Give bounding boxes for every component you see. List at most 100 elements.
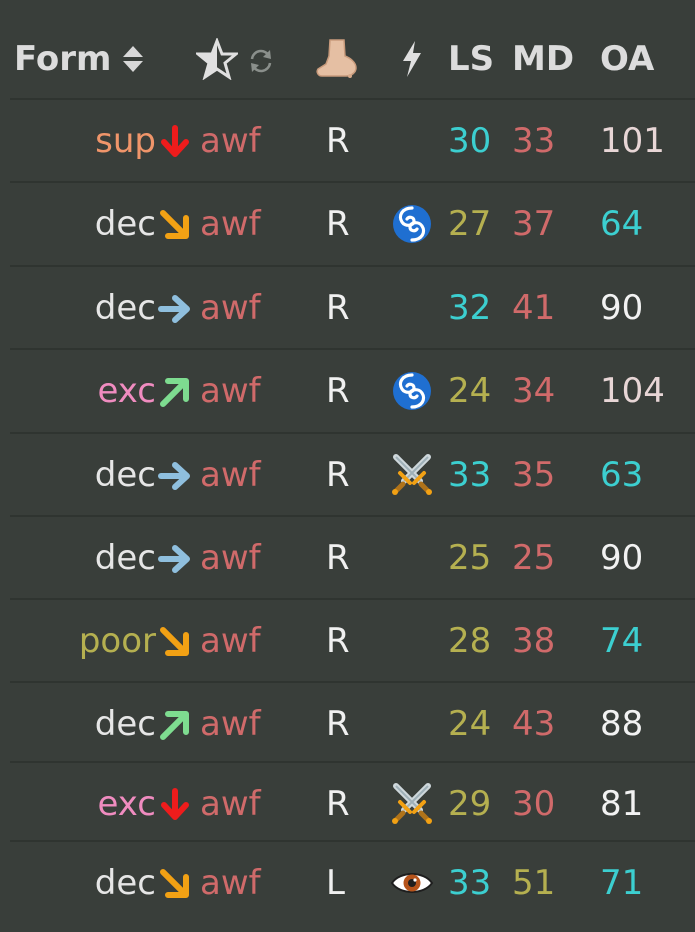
md-cell: 34	[512, 371, 556, 411]
form-cell: exc	[10, 350, 190, 432]
rating-cell: awf	[200, 204, 261, 244]
oa-column-header[interactable]: OA	[600, 18, 695, 100]
ls-cell: 27	[448, 204, 492, 244]
rating-cell: awf	[200, 704, 261, 744]
form-label: dec	[94, 538, 156, 578]
special-cell-empty	[384, 683, 440, 765]
ls-cell: 32	[448, 288, 492, 328]
foot-cell: R	[326, 204, 350, 244]
form-label: exc	[97, 784, 156, 824]
md-cell: 41	[512, 288, 556, 328]
table-row[interactable]: poor awf R 28 38 74	[0, 598, 695, 682]
ls-cell: 30	[448, 121, 492, 161]
rating-cell: awf	[200, 863, 261, 903]
oa-cell: 74	[600, 621, 644, 661]
foot-cell: R	[326, 288, 350, 328]
foot-column-header[interactable]	[314, 18, 374, 100]
form-cell: dec	[10, 434, 190, 516]
ls-cell: 25	[448, 538, 492, 578]
crossed-swords-icon	[384, 763, 440, 845]
crossed-swords-icon	[384, 434, 440, 516]
oa-cell: 88	[600, 704, 644, 744]
md-cell: 30	[512, 784, 556, 824]
bolt-icon	[403, 41, 421, 77]
ls-cell: 33	[448, 455, 492, 495]
foot-cell: R	[326, 538, 350, 578]
form-cell: dec	[10, 517, 190, 599]
form-cell: exc	[10, 763, 190, 845]
table-row[interactable]: sup awf R 30 33 101	[0, 98, 695, 182]
form-header-label: Form	[14, 39, 112, 79]
foot-cell: R	[326, 371, 350, 411]
star-column-header[interactable]	[196, 18, 306, 100]
rating-cell: awf	[200, 121, 261, 161]
table-row[interactable]: dec awf R 27 37 64	[0, 181, 695, 265]
form-column-header[interactable]: Form	[10, 18, 190, 100]
oa-cell: 63	[600, 455, 644, 495]
rating-cell: awf	[200, 455, 261, 495]
form-cell: sup	[10, 100, 190, 182]
md-cell: 33	[512, 121, 556, 161]
foot-cell: R	[326, 621, 350, 661]
rating-cell: awf	[200, 621, 261, 661]
form-cell: dec	[10, 183, 190, 265]
foot-cell: R	[326, 784, 350, 824]
special-cell-empty	[384, 517, 440, 599]
table-row[interactable]: dec awf R 33 35 63	[0, 432, 695, 516]
md-cell: 51	[512, 863, 556, 903]
foot-icon	[316, 39, 357, 78]
table-row[interactable]: exc awf R 29 30 81	[0, 761, 695, 845]
form-cell: dec	[10, 267, 190, 349]
oa-cell: 90	[600, 288, 644, 328]
md-column-header[interactable]: MD	[512, 18, 582, 100]
form-cell: poor	[10, 600, 190, 682]
md-cell: 37	[512, 204, 556, 244]
md-cell: 38	[512, 621, 556, 661]
star-icon[interactable]	[196, 38, 238, 80]
ls-cell: 28	[448, 621, 492, 661]
form-label: sup	[95, 121, 156, 161]
table-header: Form LS MD OA	[0, 18, 695, 100]
ls-cell: 29	[448, 784, 492, 824]
table-row[interactable]: exc awf R 24 34 104	[0, 348, 695, 432]
ls-cell: 24	[448, 371, 492, 411]
md-cell: 25	[512, 538, 556, 578]
cyclone-icon	[384, 350, 440, 432]
md-cell: 35	[512, 455, 556, 495]
form-label: dec	[94, 288, 156, 328]
bolt-column-header[interactable]	[384, 18, 440, 100]
oa-cell: 104	[600, 371, 665, 411]
foot-cell: R	[326, 121, 350, 161]
table-row[interactable]: dec awf R 24 43 88	[0, 681, 695, 765]
ls-column-header[interactable]: LS	[448, 18, 504, 100]
table-row[interactable]: dec awf R 25 25 90	[0, 515, 695, 599]
rating-cell: awf	[200, 784, 261, 824]
eye-icon	[384, 842, 440, 924]
cyclone-icon	[384, 183, 440, 265]
form-label: dec	[94, 704, 156, 744]
oa-cell: 90	[600, 538, 644, 578]
md-cell: 43	[512, 704, 556, 744]
table-row[interactable]: dec awf R 32 41 90	[0, 265, 695, 349]
form-cell: dec	[10, 842, 190, 924]
form-label: dec	[94, 455, 156, 495]
special-cell-empty	[384, 100, 440, 182]
table-row[interactable]: dec awf L 33 51 71	[0, 840, 695, 924]
special-cell-empty	[384, 600, 440, 682]
oa-cell: 64	[600, 204, 644, 244]
rating-cell: awf	[200, 538, 261, 578]
refresh-icon[interactable]	[246, 46, 276, 76]
form-label: dec	[94, 863, 156, 903]
oa-cell: 101	[600, 121, 665, 161]
ls-cell: 24	[448, 704, 492, 744]
form-cell: dec	[10, 683, 190, 765]
foot-cell: R	[326, 455, 350, 495]
ls-cell: 33	[448, 863, 492, 903]
rating-cell: awf	[200, 288, 261, 328]
form-label: exc	[97, 371, 156, 411]
foot-cell: L	[326, 863, 345, 903]
sort-updown-icon[interactable]	[121, 42, 145, 76]
form-label: poor	[78, 621, 156, 661]
foot-cell: R	[326, 704, 350, 744]
special-cell-empty	[384, 267, 440, 349]
